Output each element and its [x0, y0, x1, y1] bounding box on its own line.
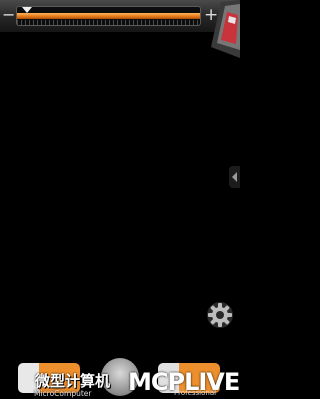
minus-button[interactable]: − [2, 7, 15, 23]
page-curl-icon[interactable] [207, 0, 240, 58]
gear-icon[interactable] [206, 301, 234, 329]
watermark-suffix: Professional [174, 389, 217, 397]
slider-fill [17, 13, 200, 19]
watermark-chinese: 微型计算机 [35, 372, 111, 390]
slider-knob[interactable] [22, 7, 32, 13]
slider-track[interactable] [16, 6, 201, 26]
chevron-left-icon [232, 172, 237, 182]
slider-ticks [17, 20, 200, 25]
watermark-english: MicroComputer [34, 389, 92, 398]
